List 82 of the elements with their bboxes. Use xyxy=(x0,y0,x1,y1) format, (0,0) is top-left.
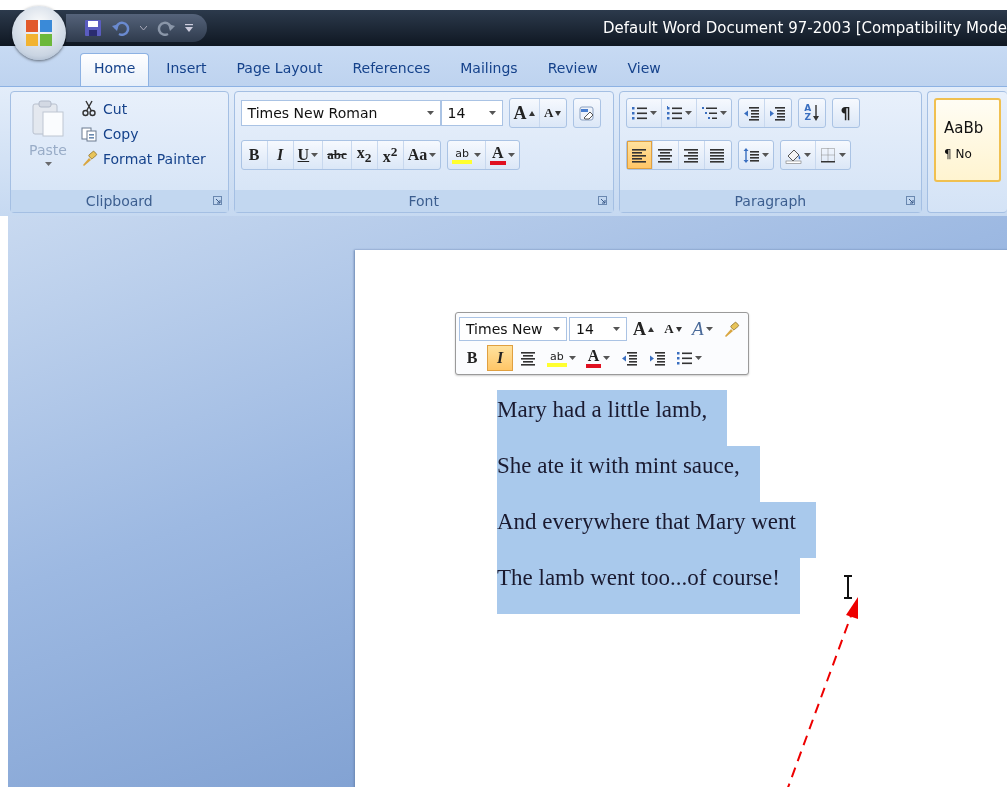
sub-button[interactable]: x$_{2}$ xyxy=(351,141,378,169)
ribbon-tab[interactable]: Review xyxy=(534,54,611,86)
paintbrush-icon xyxy=(81,150,98,167)
align-left-button[interactable] xyxy=(626,141,653,169)
ribbon-tab[interactable]: Home xyxy=(80,53,150,86)
style-tile[interactable]: AaBb ¶ No xyxy=(934,98,1001,182)
bullets-icon xyxy=(676,349,694,367)
underline-button[interactable]: U xyxy=(293,141,324,169)
caret-icon xyxy=(488,111,496,115)
font-name-field[interactable]: Times New Roman xyxy=(240,100,441,126)
dialog-launcher-icon[interactable] xyxy=(212,196,222,205)
format-painter-button[interactable]: Format Painter xyxy=(79,148,208,169)
dialog-launcher-icon[interactable] xyxy=(597,196,607,205)
borders-icon xyxy=(819,146,837,164)
redo-icon[interactable] xyxy=(157,20,175,36)
font-size-field[interactable]: 14 xyxy=(440,100,503,126)
dialog-launcher-icon[interactable] xyxy=(906,196,915,205)
clipboard-icon xyxy=(31,100,65,138)
outdent-icon xyxy=(742,104,760,122)
up-arrow-icon xyxy=(528,110,535,116)
numbering-icon xyxy=(665,104,683,122)
group-label: Paragraph xyxy=(734,193,807,209)
caret-icon xyxy=(613,327,620,331)
case-button[interactable]: Aa xyxy=(403,141,441,169)
save-icon[interactable] xyxy=(84,19,102,37)
down-arrow-icon xyxy=(813,105,820,121)
grow-button[interactable]: A xyxy=(509,99,540,127)
copy-icon xyxy=(81,125,98,142)
paintbrush-icon xyxy=(723,320,741,338)
ribbon-tab[interactable]: References xyxy=(339,54,444,86)
italic-button[interactable]: I xyxy=(487,345,513,371)
spacing-icon xyxy=(742,146,760,164)
align-left-icon xyxy=(630,146,648,164)
caret-icon xyxy=(426,111,434,115)
up-arrow-icon xyxy=(648,326,654,332)
color-button[interactable]: A xyxy=(581,345,615,371)
window-title: Default Word Document 97-2003 [Compatibility Mode xyxy=(602,19,1007,37)
down-arrow-icon xyxy=(555,110,562,116)
bold-button[interactable]: B xyxy=(459,345,485,371)
caret-icon xyxy=(553,327,560,331)
ribbon-tab[interactable]: Page Layout xyxy=(223,54,336,86)
shrink-button[interactable]: A xyxy=(660,316,686,342)
bold-button[interactable]: B xyxy=(241,141,268,169)
sort-button[interactable]: AZ xyxy=(798,99,825,127)
ribbon-tab[interactable]: View xyxy=(614,54,674,86)
ribbon-tab[interactable]: Mailings xyxy=(447,54,531,86)
caret-icon[interactable] xyxy=(140,26,147,30)
color-button[interactable]: A xyxy=(485,141,519,169)
align-right-icon xyxy=(682,146,700,164)
group-label: Font xyxy=(408,193,439,209)
customize-caret-icon[interactable] xyxy=(185,24,193,32)
caret-icon xyxy=(44,162,52,166)
scissors-icon xyxy=(81,100,98,117)
text-cursor-icon xyxy=(843,575,853,599)
ribbon-tab[interactable]: Insert xyxy=(153,54,220,86)
indent-icon xyxy=(769,104,787,122)
office-logo-icon xyxy=(24,18,54,48)
group-label: Clipboard xyxy=(85,193,153,209)
cut-button[interactable]: Cut xyxy=(79,98,208,119)
strike-button[interactable]: abc xyxy=(323,141,352,169)
super-button[interactable]: x$^{2}$ xyxy=(377,141,404,169)
undo-icon[interactable] xyxy=(112,20,130,36)
justify-icon xyxy=(709,146,727,164)
font-name-field[interactable]: Times New xyxy=(459,317,567,341)
align-center-icon xyxy=(519,349,537,367)
outdent-icon xyxy=(620,349,638,367)
styles-button[interactable]: A xyxy=(688,316,717,342)
highlight-button[interactable]: ab xyxy=(543,345,580,371)
grow-button[interactable]: A xyxy=(629,316,658,342)
office-button[interactable] xyxy=(12,6,66,60)
highlight-button[interactable]: ab xyxy=(448,141,486,169)
down-arrow-icon xyxy=(675,326,682,332)
align-center-icon xyxy=(656,146,674,164)
multilevel-icon xyxy=(700,104,718,122)
indent-icon xyxy=(648,349,666,367)
pilcrow-button[interactable]: ¶ xyxy=(832,99,859,127)
clear-icon xyxy=(578,104,596,122)
font-size-field[interactable]: 14 xyxy=(569,317,627,341)
italic-button[interactable]: I xyxy=(267,141,294,169)
bullets-icon xyxy=(630,104,648,122)
copy-button[interactable]: Copy xyxy=(79,123,208,144)
shrink-button[interactable]: A xyxy=(539,99,566,127)
